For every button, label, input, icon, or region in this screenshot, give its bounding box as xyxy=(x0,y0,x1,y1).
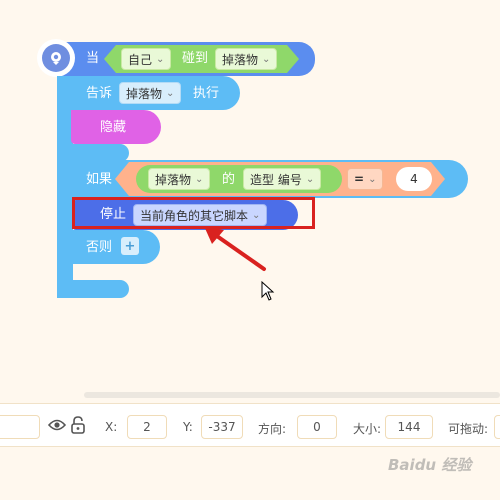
name-field[interactable] xyxy=(0,415,40,439)
size-input[interactable]: 144 xyxy=(385,415,433,439)
if-bottom-cap xyxy=(57,280,129,298)
size-value: 144 xyxy=(397,420,421,434)
tell-inner-spine xyxy=(57,108,71,148)
chevron-down-icon: ⌄ xyxy=(262,53,271,65)
size-label: 大小: xyxy=(353,422,382,436)
y-input[interactable]: -337 xyxy=(201,415,243,439)
chevron-down-icon: ⌄ xyxy=(156,53,165,65)
if-property-dropdown[interactable]: 造型 编号 ⌄ xyxy=(243,168,322,190)
event-icon xyxy=(37,39,75,77)
annotation-arrow xyxy=(204,226,266,271)
chevron-down-icon: ⌄ xyxy=(195,173,204,185)
if-of-label: 的 xyxy=(222,172,236,187)
compare-value-input[interactable]: 4 xyxy=(396,167,432,191)
chevron-down-icon: ⌄ xyxy=(166,87,175,99)
visibility-eye-icon[interactable] xyxy=(48,418,66,432)
plus-icon: + xyxy=(124,238,136,254)
event-object-value: 掉落物 xyxy=(222,52,259,67)
y-value: -337 xyxy=(208,420,236,434)
x-label: X: xyxy=(105,420,118,434)
chevron-down-icon: ⌄ xyxy=(305,173,315,185)
watermark-text: Baidu 经验 xyxy=(388,456,472,474)
if-property-value: 造型 编号 xyxy=(250,172,302,187)
direction-value: 0 xyxy=(313,420,321,434)
sprite-property-bar: X: 2 Y: -337 方向: 0 大小: 144 可拖动: xyxy=(0,403,500,447)
watermark: Baidu 经验 xyxy=(388,454,471,475)
if-sprite-value: 掉落物 xyxy=(155,172,192,187)
event-target-dropdown[interactable]: 自己 ⌄ xyxy=(121,48,172,70)
if-sprite-dropdown[interactable]: 掉落物 ⌄ xyxy=(148,168,211,190)
event-object-dropdown[interactable]: 掉落物 ⌄ xyxy=(215,48,278,70)
x-input[interactable]: 2 xyxy=(127,415,167,439)
mouse-cursor-icon xyxy=(261,281,275,301)
tell-prefix: 告诉 xyxy=(86,86,113,101)
event-verb: 碰到 xyxy=(182,51,209,66)
event-prefix: 当 xyxy=(86,51,100,66)
compare-value: 4 xyxy=(410,172,418,186)
draggable-label: 可拖动: xyxy=(448,422,489,436)
add-branch-button[interactable]: + xyxy=(121,237,139,255)
direction-input[interactable]: 0 xyxy=(297,415,337,439)
operator-value: = xyxy=(354,172,365,186)
hide-label: 隐藏 xyxy=(100,120,127,135)
lock-icon[interactable] xyxy=(70,416,86,434)
tell-target-value: 掉落物 xyxy=(126,86,163,101)
tell-suffix: 执行 xyxy=(193,86,220,101)
script-canvas[interactable]: 当 自己 ⌄ 碰到 掉落物 ⌄ 告诉 掉落物 ⌄ 执行 隐藏 如果 掉落物 ⌄ … xyxy=(0,0,500,400)
direction-label: 方向: xyxy=(258,422,287,436)
draggable-toggle[interactable] xyxy=(494,415,500,439)
chevron-down-icon: ⌄ xyxy=(368,173,377,185)
else-label: 否则 xyxy=(86,240,113,255)
x-value: 2 xyxy=(143,420,151,434)
event-target-value: 自己 xyxy=(128,52,153,67)
canvas-horizontal-scrollbar[interactable] xyxy=(84,392,500,398)
tell-target-dropdown[interactable]: 掉落物 ⌄ xyxy=(119,82,182,104)
if-label: 如果 xyxy=(86,172,113,187)
operator-dropdown[interactable]: = ⌄ xyxy=(347,168,384,190)
y-label: Y: xyxy=(183,420,193,434)
